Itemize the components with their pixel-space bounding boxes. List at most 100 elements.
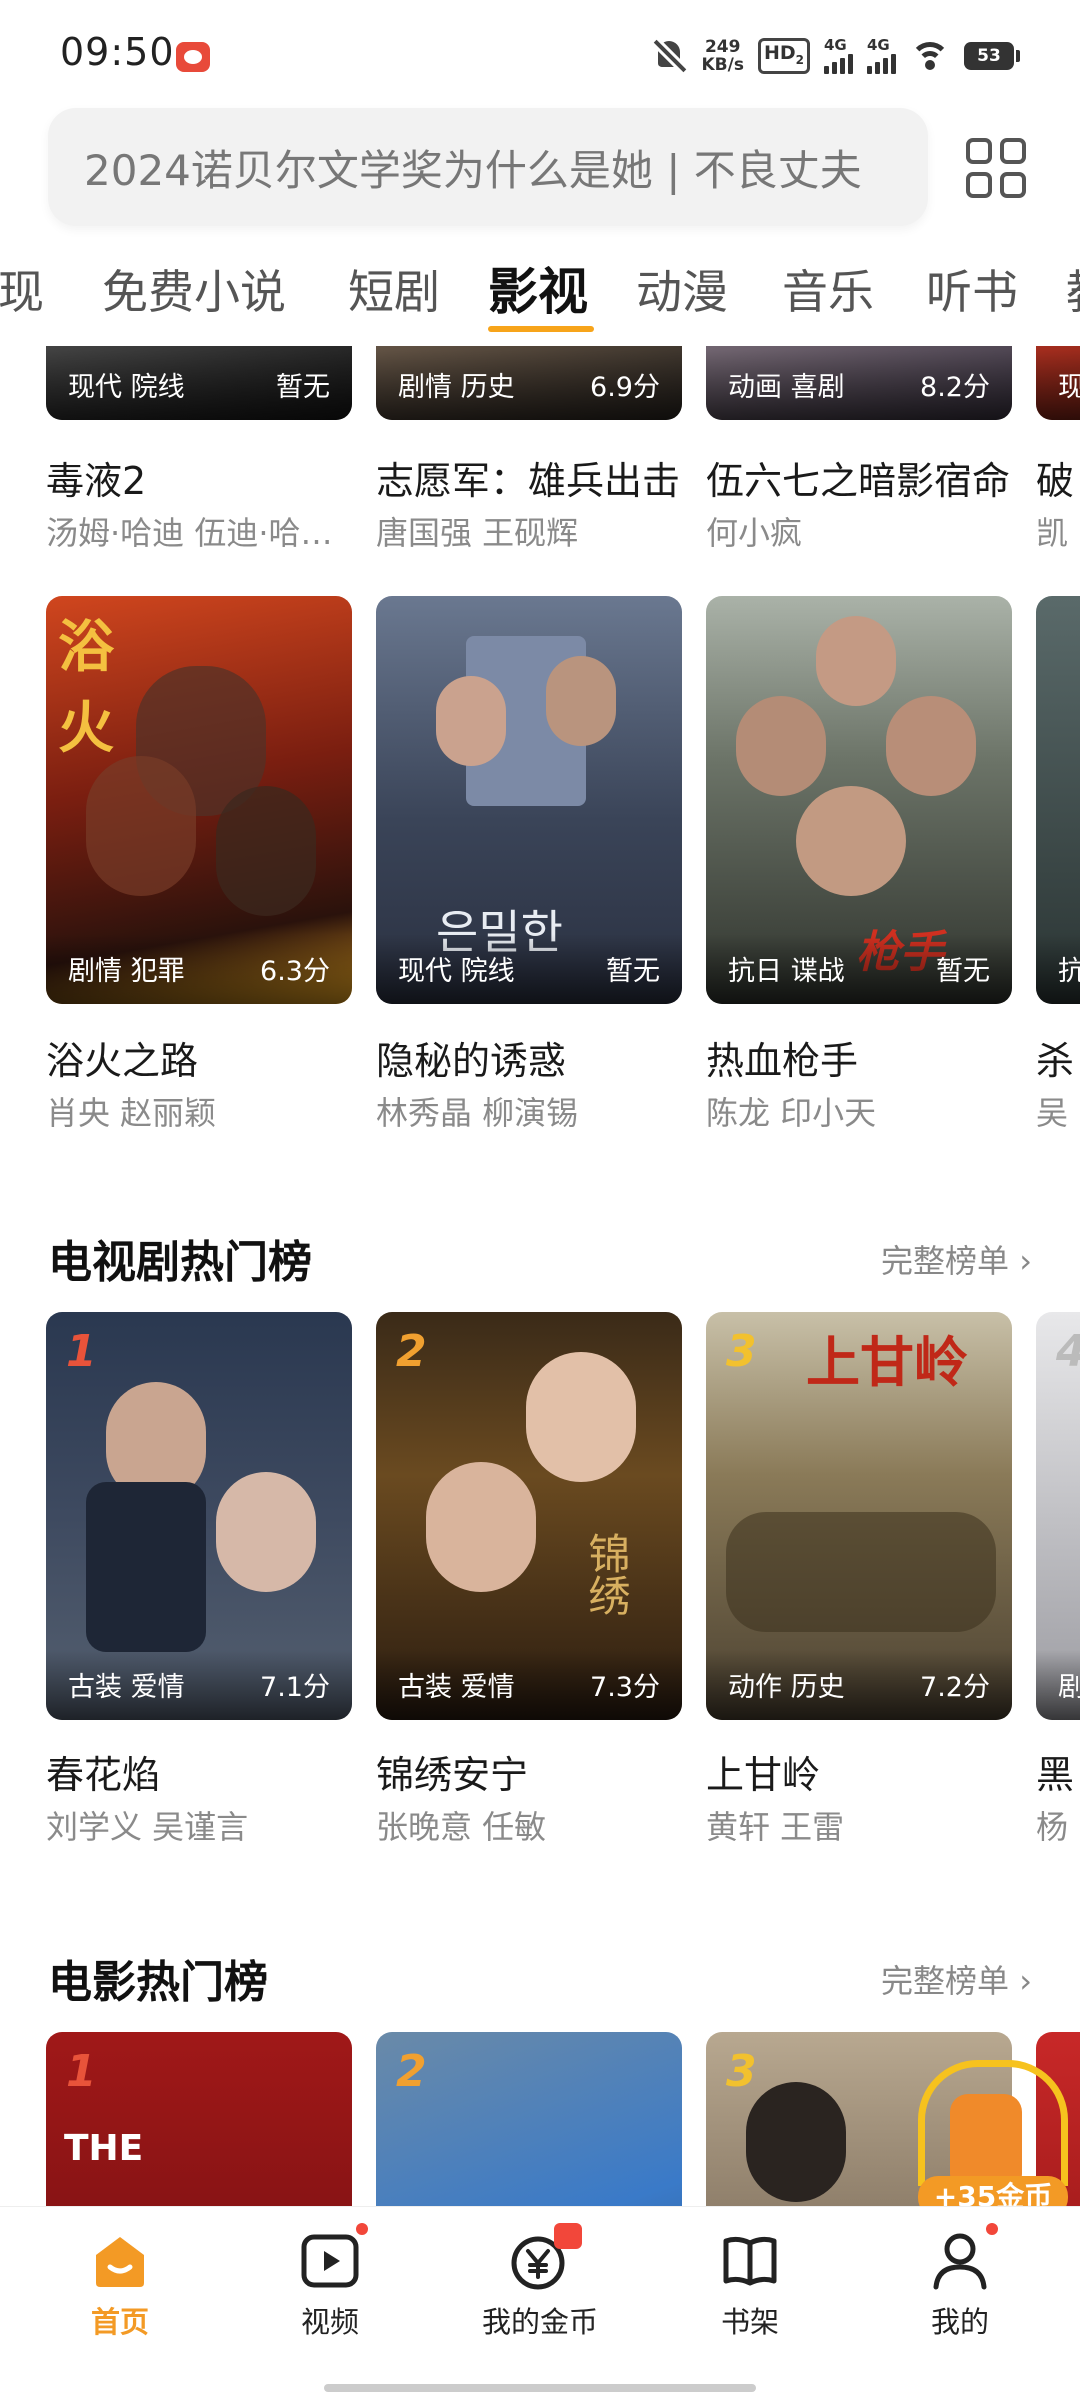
- search-input[interactable]: 2024诺贝尔文学奖为什么是她 | 不良丈夫: [48, 108, 928, 226]
- nav-video[interactable]: 视频: [250, 2223, 410, 2341]
- tab-film-tv[interactable]: 影视: [488, 252, 588, 324]
- poster-title-art: THE: [64, 2128, 144, 2169]
- tv-title[interactable]: 黑: [1036, 1744, 1080, 1799]
- tv-title[interactable]: 春花焰: [46, 1744, 352, 1799]
- nav-bookshelf[interactable]: 书架: [670, 2229, 830, 2341]
- category-grid-icon[interactable]: [966, 138, 1026, 198]
- movie-title[interactable]: 杀: [1036, 1030, 1080, 1085]
- red-packet-icon: [554, 2223, 582, 2249]
- nav-home[interactable]: 首页: [40, 2229, 200, 2341]
- hd-sub: 2: [795, 52, 804, 67]
- video-icon: [298, 2223, 368, 2293]
- genre-tag: 现代 院线: [398, 956, 515, 987]
- battery-icon: 53: [964, 42, 1020, 70]
- movie-card-poster[interactable]: 枪手 抗日 谍战暂无: [706, 596, 1012, 1004]
- hd-label: HD: [763, 41, 796, 64]
- movie-cast: 何小疯: [706, 514, 803, 552]
- search-placeholder: 2024诺贝尔文学奖为什么是她 | 不良丈夫: [84, 145, 862, 195]
- tv-card-poster[interactable]: 1 古装 爱情 7.1分: [46, 1312, 352, 1720]
- tab-short-drama[interactable]: 短剧: [348, 256, 440, 322]
- tv-card-poster[interactable]: 3 上甘岭 动作 历史 7.2分: [706, 1312, 1012, 1720]
- tv-cast: 黄轩 王雷: [706, 1808, 845, 1846]
- rank-number: 3: [726, 1326, 757, 1377]
- movie-title[interactable]: 毒液2: [46, 450, 352, 505]
- coin-reward-badge[interactable]: +35金币: [918, 2060, 1068, 2218]
- movie-title[interactable]: 志愿军：雄兵出击: [376, 450, 682, 505]
- bottom-navigation: 首页 视频 我的金币 书架 我的: [0, 2206, 1080, 2400]
- movie-title[interactable]: 热血枪手: [706, 1030, 1012, 1085]
- tv-title[interactable]: 锦绣安宁: [376, 1744, 682, 1799]
- movie-card-poster[interactable]: 은밀한 现代 院线 暂无: [376, 596, 682, 1004]
- poster-title-art: 上甘岭: [806, 1331, 968, 1394]
- tv-cast: 张晚意 任敏: [376, 1808, 547, 1846]
- genre-tag: 抗日 谍战: [728, 956, 845, 987]
- movie-cast: 唐国强 王砚辉: [376, 514, 579, 552]
- coin-icon: [508, 2223, 582, 2293]
- tab-music[interactable]: 音乐: [782, 256, 874, 322]
- signal-label-2: 4G: [867, 36, 890, 54]
- nav-my-coins[interactable]: 我的金币: [460, 2223, 620, 2341]
- score-label: 暂无: [276, 372, 330, 403]
- score-label: 7.1分: [260, 1672, 330, 1703]
- tab-anime[interactable]: 动漫: [636, 256, 728, 322]
- tab-partial-left[interactable]: 现: [0, 256, 44, 322]
- movie-card-poster[interactable]: 现: [1036, 346, 1080, 420]
- home-icon: [88, 2229, 152, 2293]
- genre-tag: 古装 爱情: [68, 1672, 185, 1703]
- rank-number: 4: [1056, 1326, 1080, 1377]
- battery-level: 53: [964, 42, 1014, 70]
- movie-title[interactable]: 伍六七之暗影宿命: [706, 450, 1012, 505]
- score-label: 6.3分: [260, 956, 330, 987]
- section-title-tv-ranking: 电视剧热门榜: [48, 1237, 312, 1288]
- movie-card-poster[interactable]: 剧情 历史 6.9分: [376, 346, 682, 420]
- status-icons: 249 KB/s HD2 4G 4G 53: [653, 34, 1020, 78]
- movie-rank-card-poster[interactable]: 2: [376, 2032, 682, 2206]
- home-indicator[interactable]: [324, 2384, 756, 2392]
- movie-ranking-more-link[interactable]: 完整榜单 ›: [881, 1956, 1032, 2002]
- movie-cast: 肖央 赵丽颖: [46, 1094, 217, 1132]
- genre-tag: 古装 爱情: [398, 1672, 515, 1703]
- movie-card-poster[interactable]: 浴火 剧情 犯罪6.3分: [46, 596, 352, 1004]
- tab-audiobook[interactable]: 听书: [926, 256, 1018, 322]
- notification-dot: [986, 2223, 998, 2235]
- movie-title[interactable]: 浴火之路: [46, 1030, 352, 1085]
- movie-rank-card-poster[interactable]: 1 THE: [46, 2032, 352, 2206]
- nav-label: 我的: [930, 2305, 989, 2339]
- nav-label: 书架: [720, 2305, 779, 2339]
- score-label: 6.9分: [590, 372, 660, 403]
- tv-card-poster[interactable]: 4 剧: [1036, 1312, 1080, 1720]
- genre-tag: 剧情 犯罪: [68, 956, 185, 987]
- genre-tag: 抗: [1058, 956, 1080, 987]
- channel-tabs: 现 免费小说 短剧 影视 动漫 音乐 听书 教: [0, 250, 1080, 332]
- genre-tag: 剧: [1058, 1672, 1080, 1703]
- tv-title[interactable]: 上甘岭: [706, 1744, 1012, 1799]
- profile-icon: [928, 2223, 998, 2293]
- score-label: 暂无: [606, 956, 660, 987]
- nav-profile[interactable]: 我的: [880, 2223, 1040, 2341]
- chevron-right-icon: ›: [1009, 1242, 1032, 1280]
- rank-number: 3: [726, 2046, 757, 2097]
- genre-tag: 剧情 历史: [398, 372, 515, 403]
- tv-cast: 刘学义 吴谨言: [46, 1808, 249, 1846]
- tab-partial-right[interactable]: 教: [1066, 256, 1080, 322]
- tv-ranking-more-link[interactable]: 完整榜单 ›: [881, 1236, 1032, 1282]
- movie-card-poster[interactable]: 动画 喜剧 8.2分: [706, 346, 1012, 420]
- wifi-icon: [910, 40, 950, 72]
- app-notification-icon: [176, 42, 210, 72]
- movie-title[interactable]: 破: [1036, 450, 1080, 505]
- rank-number: 1: [66, 1326, 97, 1377]
- feed-content: 现代 院线 暂无 剧情 历史 6.9分 动画 喜剧 8.2分 现 毒液2 汤姆·哈迪 …: [0, 346, 1080, 2206]
- movie-card-poster[interactable]: 现代 院线 暂无: [46, 346, 352, 420]
- bookshelf-icon: [718, 2229, 782, 2293]
- status-time: 09:50: [60, 30, 175, 74]
- network-speed: 249 KB/s: [701, 38, 743, 74]
- status-bar: 09:50 249 KB/s HD2 4G 4G 53: [0, 0, 1080, 110]
- movie-cast: 陈龙 印小天: [706, 1094, 877, 1132]
- genre-tag: 动画 喜剧: [728, 372, 845, 403]
- rank-number: 2: [396, 1326, 427, 1377]
- tab-free-novel[interactable]: 免费小说: [102, 256, 286, 322]
- movie-title[interactable]: 隐秘的诱惑: [376, 1030, 682, 1085]
- movie-cast: 吴: [1036, 1094, 1069, 1132]
- movie-card-poster[interactable]: 抗: [1036, 596, 1080, 1004]
- tv-card-poster[interactable]: 2 锦绣 古装 爱情 7.3分: [376, 1312, 682, 1720]
